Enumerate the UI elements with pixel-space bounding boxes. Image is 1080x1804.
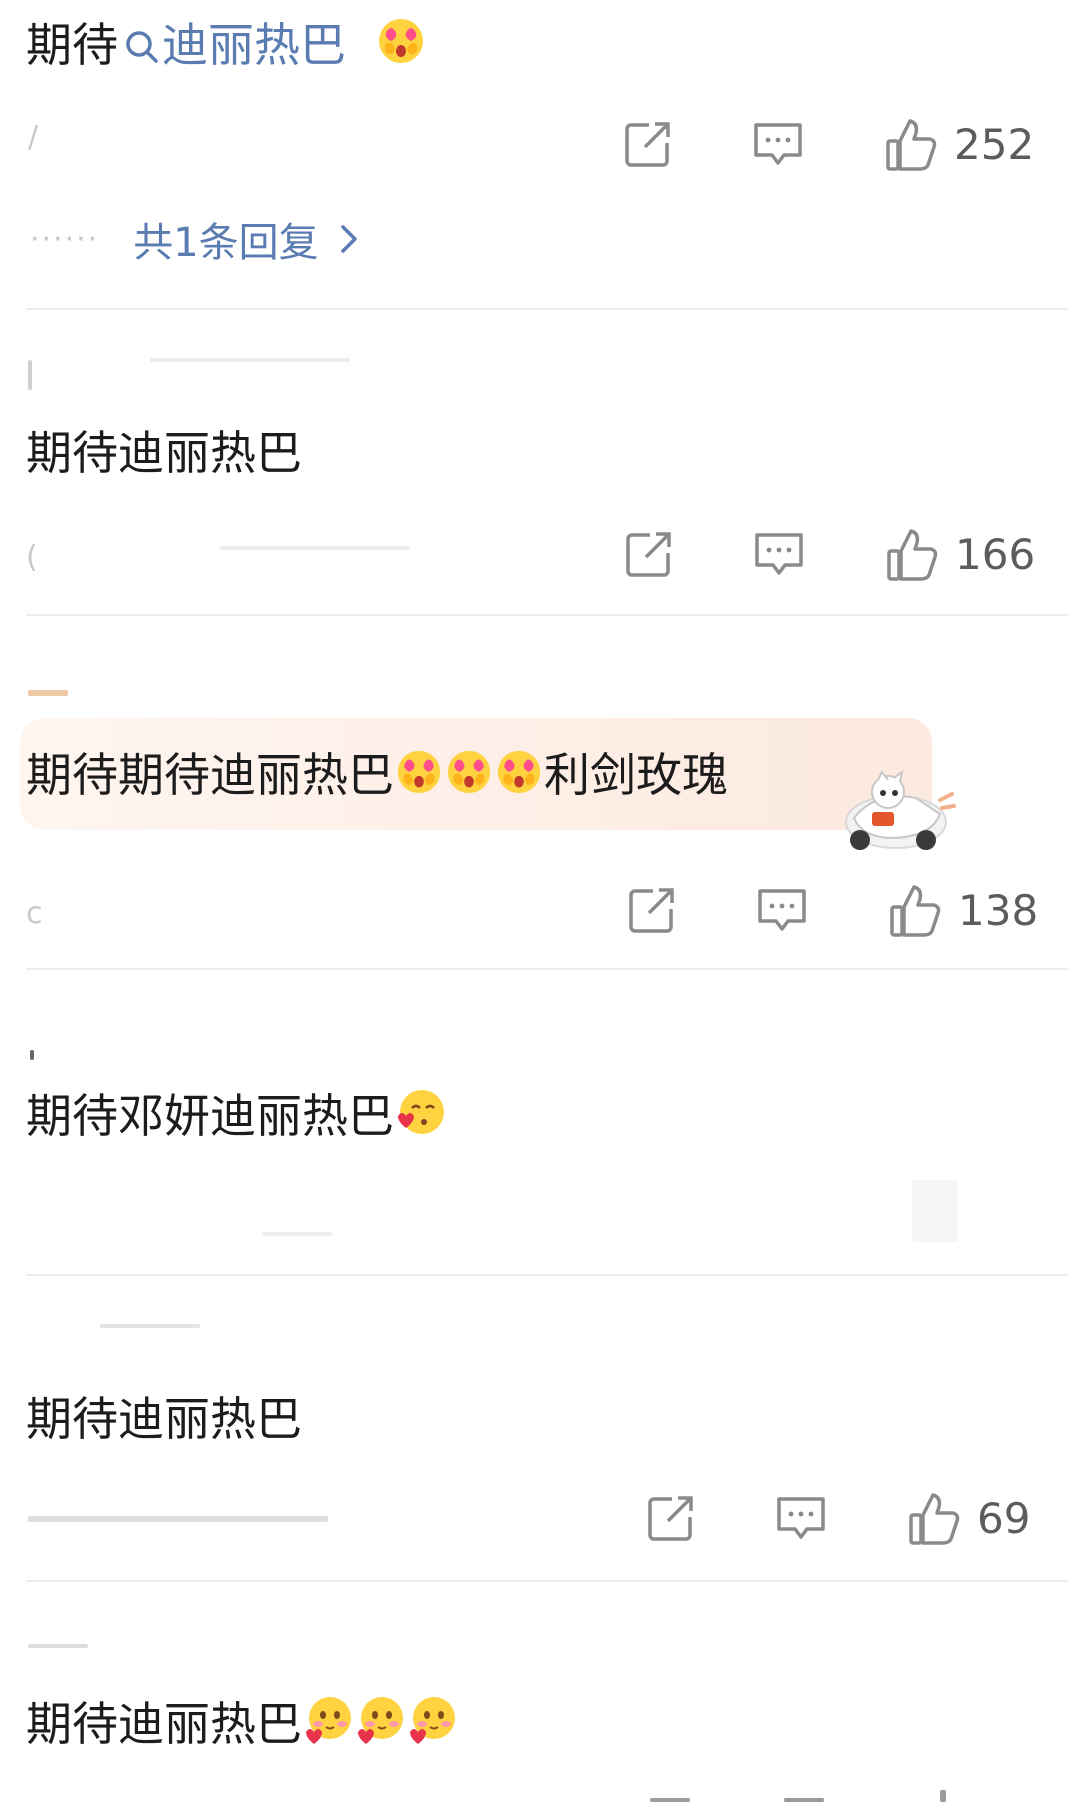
like-count: 252: [954, 119, 1035, 169]
divider: [26, 1274, 1068, 1276]
comment-3-actions: 138: [624, 878, 1038, 942]
comment-icon: [755, 533, 803, 575]
comment-5-username: [100, 1324, 200, 1328]
comment-2-text: 期待迪丽热巴: [26, 426, 302, 480]
like-button[interactable]: 166: [885, 527, 1035, 581]
share-button[interactable]: [624, 885, 680, 935]
comment-1-text: 期待 迪丽热巴: [26, 15, 427, 74]
comment-button[interactable]: [750, 119, 806, 169]
thumbs-up-icon: [886, 119, 937, 171]
like-button[interactable]: 252: [884, 117, 1034, 171]
kiss-face-icon: [398, 1090, 444, 1134]
comment-6-username: [28, 1644, 88, 1648]
comment-6-actions-partial: [650, 1798, 690, 1802]
comment-button[interactable]: [751, 529, 807, 579]
heart-eyes-face-icon: [378, 19, 423, 63]
comment-4-meta: [262, 1232, 332, 1236]
comment-6-actions-partial: [940, 1790, 946, 1802]
shy-face-icon: [410, 1697, 455, 1744]
comment-3-text-suffix: 利剑玫瑰: [544, 748, 728, 802]
share-button[interactable]: [643, 1493, 699, 1543]
heart-eyes-face-icon: [497, 750, 541, 794]
search-link-text: 迪丽热巴: [162, 18, 346, 72]
comment-icon: [777, 1497, 825, 1539]
comment-button[interactable]: [754, 885, 810, 935]
comment-1-text-prefix: 期待: [26, 18, 118, 72]
share-icon: [626, 532, 671, 577]
comment-6-text: 期待迪丽热巴: [26, 1694, 458, 1753]
thumbs-up-icon: [909, 1493, 960, 1545]
share-button[interactable]: [621, 529, 677, 579]
like-button[interactable]: 138: [888, 883, 1038, 937]
like-button[interactable]: 69: [907, 1491, 1030, 1545]
divider: [26, 968, 1068, 970]
comment-icon: [754, 123, 802, 165]
like-count: 138: [958, 885, 1039, 935]
view-replies-link[interactable]: 共1条回复: [133, 210, 318, 268]
comment-1-actions: 252: [620, 112, 1034, 176]
like-count: 69: [977, 1493, 1031, 1543]
comment-5-actions: 69: [643, 1486, 1030, 1550]
comment-4-username: [30, 1050, 34, 1060]
divider: [26, 308, 1068, 310]
divider: [26, 1580, 1068, 1582]
racecar-sticker-icon: [845, 769, 956, 850]
thumbs-up-icon: [890, 885, 941, 937]
share-button[interactable]: [620, 119, 676, 169]
comment-3-text-main: 期待期待迪丽热巴: [26, 748, 394, 802]
like-count: 166: [955, 529, 1036, 579]
comment-3-username: [28, 690, 68, 696]
comment-5-text: 期待迪丽热巴: [26, 1392, 302, 1446]
comment-5-meta: [28, 1516, 328, 1522]
share-icon: [629, 888, 674, 933]
comment-2-username: [28, 360, 32, 390]
chevron-right-icon: [340, 225, 357, 253]
search-icon: [126, 31, 158, 63]
comment-4-meta: [912, 1180, 958, 1242]
comment-3-text: 期待期待迪丽热巴 利剑玫瑰: [26, 746, 728, 804]
share-icon: [648, 1496, 693, 1541]
comment-2-meta: [220, 546, 410, 550]
comment-2-username: [150, 358, 350, 362]
comment-2-meta: (: [26, 540, 38, 575]
comment-6-actions-partial: [784, 1798, 824, 1802]
comment-1-meta: /: [28, 120, 39, 155]
divider: [26, 614, 1068, 616]
comment-2-actions: 166: [621, 522, 1035, 586]
comment-4-text: 期待邓妍迪丽热巴: [26, 1086, 446, 1145]
shy-face-icon: [306, 1697, 351, 1744]
thumbs-up-icon: [887, 529, 938, 581]
comment-4-text-main: 期待邓妍迪丽热巴: [26, 1089, 394, 1143]
comment-button[interactable]: [773, 1493, 829, 1543]
heart-eyes-face-icon: [397, 750, 441, 794]
comment-6-text-main: 期待迪丽热巴: [26, 1697, 302, 1751]
replies-row: ······ 共1条回复: [30, 210, 359, 268]
heart-eyes-face-icon: [447, 750, 491, 794]
search-link[interactable]: 迪丽热巴: [118, 18, 346, 72]
shy-face-icon: [358, 1697, 403, 1744]
replies-dots: ······: [30, 221, 100, 257]
comment-3-meta: c: [26, 896, 43, 931]
share-icon: [625, 122, 670, 167]
comment-icon: [758, 889, 806, 931]
